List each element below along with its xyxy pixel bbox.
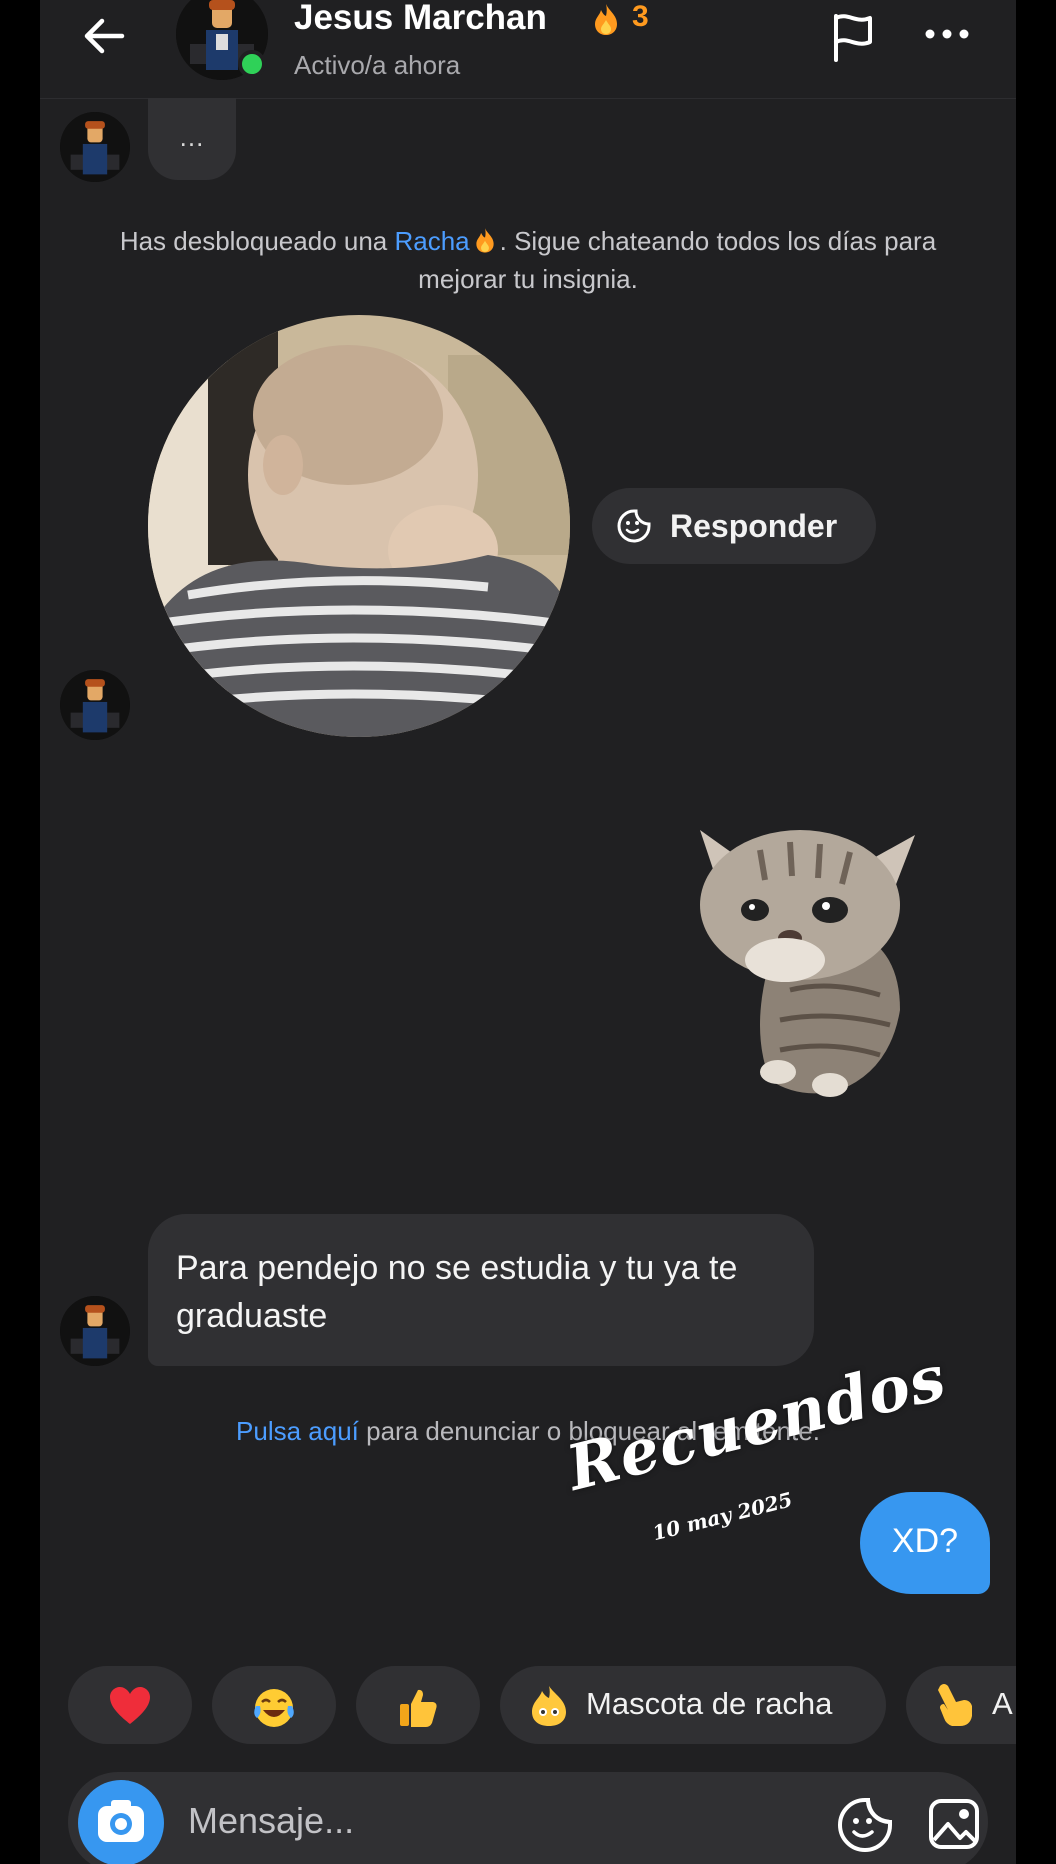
camera-button[interactable] [78, 1780, 164, 1864]
quick-reply-label: A [992, 1686, 1013, 1721]
laughing-tears-emoji [212, 1686, 336, 1727]
sender-avatar[interactable] [60, 670, 130, 740]
reply-button[interactable]: Responder [592, 488, 876, 564]
streak-pet-emoji [532, 1686, 566, 1726]
flag-icon [834, 14, 872, 62]
sticker-reply-icon [617, 509, 651, 543]
report-link[interactable]: Pulsa aquí [236, 1416, 359, 1446]
sender-avatar[interactable] [60, 1296, 130, 1366]
quick-reply-row: Mascota de racha A [40, 1666, 1016, 1746]
presence-status: Activo/a ahora [294, 50, 461, 80]
back-button[interactable] [78, 10, 130, 62]
watermark-date: 10 may 2025 [650, 1487, 795, 1546]
sticker-button[interactable] [836, 1796, 894, 1854]
quick-reply-heart[interactable] [68, 1666, 192, 1744]
typing-dots: ... [179, 122, 205, 152]
sent-message-bubble[interactable]: XD? [860, 1492, 990, 1594]
camera-icon [98, 1800, 144, 1842]
baby-facepalm-sticker[interactable] [148, 315, 570, 737]
fire-icon [595, 4, 617, 35]
kitten-sticker[interactable] [680, 810, 930, 1100]
message-composer [68, 1772, 988, 1864]
online-status-dot [238, 50, 266, 78]
quick-reply-streak-pet[interactable]: Mascota de racha [500, 1666, 886, 1744]
arrow-left-icon [84, 18, 125, 54]
quick-reply-laugh[interactable] [212, 1666, 336, 1744]
streak-unlocked-notice: Has desbloqueado una Racha. Sigue chatea… [100, 222, 956, 298]
streak-count: 3 [632, 0, 649, 33]
streak-link[interactable]: Racha [394, 226, 469, 256]
streak-notice-text-end: . Sigue chateando todos los días para me… [418, 226, 937, 294]
pointing-hand-emoji [938, 1684, 972, 1726]
report-flag-button[interactable] [826, 10, 880, 64]
quick-reply-pointing[interactable]: A [906, 1666, 1016, 1744]
sender-avatar[interactable] [60, 112, 130, 182]
message-input[interactable] [186, 1792, 670, 1850]
more-options-button[interactable] [920, 14, 974, 54]
reply-label: Responder [670, 508, 838, 544]
chat-header: Jesus Marchan 3 Activo/a ahora [40, 0, 1016, 99]
thumbs-up-emoji [356, 1686, 480, 1727]
more-horizontal-icon [925, 29, 969, 39]
message-text: Para pendejo no se estudia y tu ya te gr… [176, 1249, 738, 1335]
received-message-bubble[interactable]: Para pendejo no se estudia y tu ya te gr… [148, 1214, 814, 1366]
chat-screen: Jesus Marchan 3 Activo/a ahora ... Has d… [40, 0, 1016, 1864]
fire-icon [475, 228, 494, 253]
gallery-button[interactable] [926, 1796, 982, 1852]
typing-indicator-bubble: ... [148, 98, 236, 180]
streak-notice-text: Has desbloqueado una [119, 226, 395, 256]
message-text: XD? [891, 1522, 959, 1560]
sticker-icon [838, 1798, 892, 1852]
gallery-icon [929, 1799, 979, 1849]
contact-name[interactable]: Jesus Marchan [294, 0, 547, 38]
quick-reply-thumbs-up[interactable] [356, 1666, 480, 1744]
heart-emoji [68, 1686, 192, 1726]
quick-reply-label: Mascota de racha [586, 1686, 833, 1721]
